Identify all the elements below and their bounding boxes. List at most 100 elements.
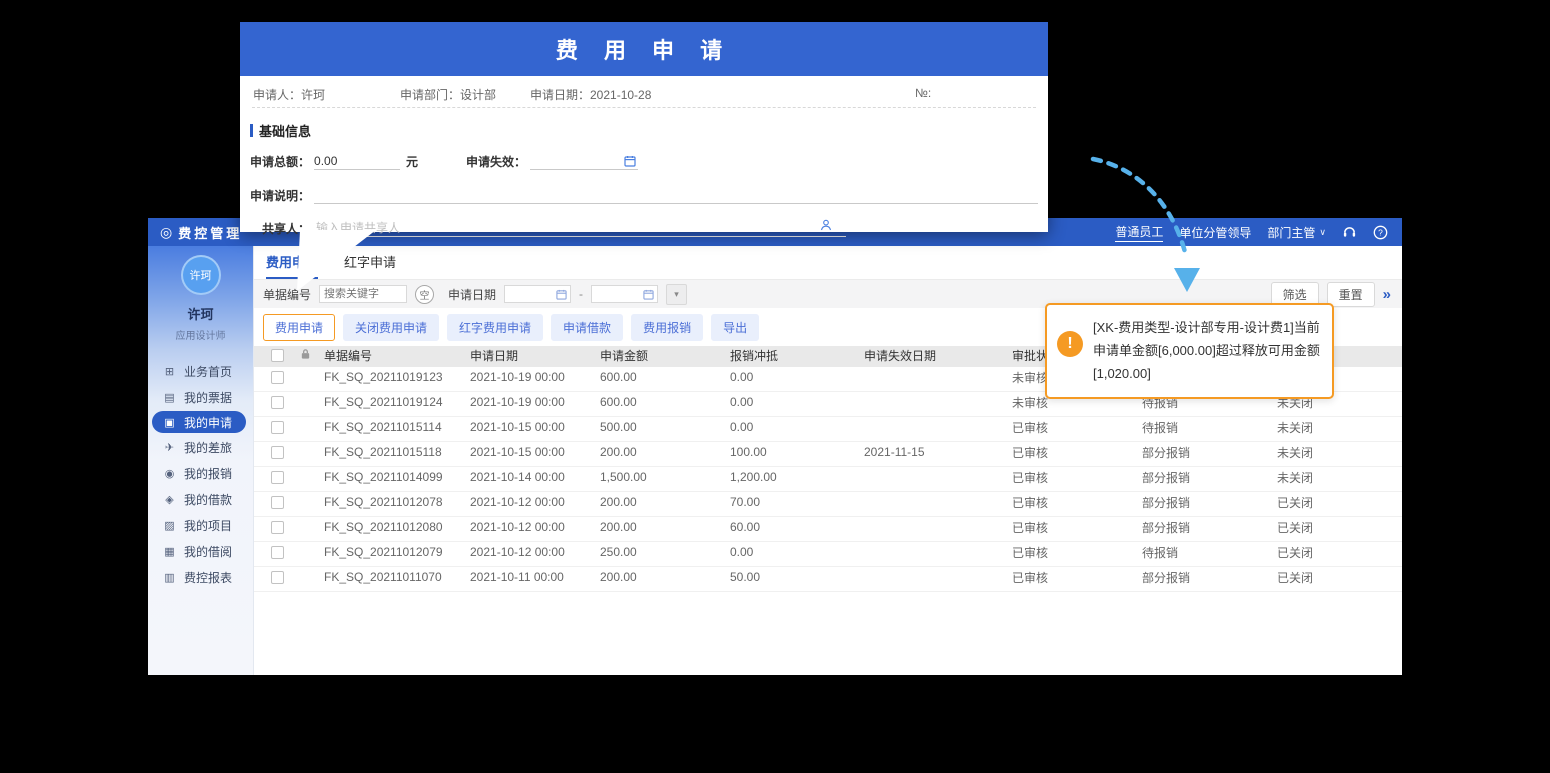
sidebar-item-label: 我的票据 bbox=[184, 389, 232, 406]
row-checkbox[interactable] bbox=[271, 421, 284, 434]
sidebar-item-label: 我的项目 bbox=[184, 517, 232, 534]
row-checkbox[interactable] bbox=[271, 446, 284, 459]
lock-icon bbox=[300, 348, 324, 363]
table-row[interactable]: FK_SQ_20211014099 2021-10-14 00:00 1,500… bbox=[254, 467, 1402, 492]
sidebar-item-my-applications[interactable]: ▣我的申请 bbox=[152, 411, 246, 433]
header-apply-date: 申请日期 bbox=[470, 347, 600, 364]
row-checkbox[interactable] bbox=[271, 371, 284, 384]
modal-pointer-tail bbox=[290, 230, 382, 294]
sidebar-item-my-projects[interactable]: ▨我的项目 bbox=[148, 512, 253, 538]
calendar-icon bbox=[643, 289, 654, 300]
form-row-description: 申请说明： bbox=[250, 186, 1048, 204]
cell-reimburse-status: 待报销 bbox=[1142, 419, 1277, 436]
role-link-dept-manager-label: 部门主管 bbox=[1267, 224, 1315, 241]
expense-reimburse-button[interactable]: 费用报销 bbox=[631, 314, 703, 341]
cell-offset: 1,200.00 bbox=[730, 470, 864, 484]
role-link-dept-manager[interactable]: 部门主管 ∨ bbox=[1267, 224, 1326, 241]
expense-apply-button[interactable]: 费用申请 bbox=[263, 314, 335, 341]
header-expire-date: 申请失效日期 bbox=[864, 347, 1012, 364]
cell-approve-status: 已审核 bbox=[1012, 494, 1142, 511]
warning-icon: ! bbox=[1057, 331, 1083, 357]
export-button[interactable]: 导出 bbox=[711, 314, 759, 341]
date-from-input[interactable] bbox=[504, 285, 571, 303]
cell-reimburse-status: 部分报销 bbox=[1142, 494, 1277, 511]
sidebar-item-label: 我的报销 bbox=[184, 465, 232, 482]
select-all-checkbox[interactable] bbox=[271, 349, 284, 362]
close-expense-apply-button[interactable]: 关闭费用申请 bbox=[343, 314, 439, 341]
cell-approve-status: 已审核 bbox=[1012, 469, 1142, 486]
row-checkbox[interactable] bbox=[271, 521, 284, 534]
cell-amount: 200.00 bbox=[600, 445, 730, 459]
sidebar-item-expense-reports[interactable]: ▥费控报表 bbox=[148, 564, 253, 590]
person-picker-icon[interactable] bbox=[820, 219, 832, 234]
cell-amount: 600.00 bbox=[600, 370, 730, 384]
role-link-employee[interactable]: 普通员工 bbox=[1115, 223, 1163, 242]
reset-button[interactable]: 重置 bbox=[1327, 282, 1375, 307]
department-info: 申请部门：设计部 bbox=[400, 86, 496, 103]
help-icon[interactable]: ? bbox=[1373, 225, 1388, 240]
row-checkbox[interactable] bbox=[271, 496, 284, 509]
cell-approve-status: 已审核 bbox=[1012, 419, 1142, 436]
cell-reimburse-status: 待报销 bbox=[1142, 544, 1277, 561]
date-dropdown-button[interactable]: ▾ bbox=[666, 284, 687, 305]
table-row[interactable]: FK_SQ_20211012078 2021-10-12 00:00 200.0… bbox=[254, 492, 1402, 517]
cell-offset: 0.00 bbox=[730, 420, 864, 434]
table-row[interactable]: FK_SQ_20211012080 2021-10-12 00:00 200.0… bbox=[254, 517, 1402, 542]
cell-doc-no: FK_SQ_20211012079 bbox=[324, 545, 470, 559]
cell-apply-date: 2021-10-11 00:00 bbox=[470, 570, 600, 584]
row-checkbox[interactable] bbox=[271, 396, 284, 409]
cell-offset: 0.00 bbox=[730, 545, 864, 559]
headset-icon[interactable] bbox=[1342, 225, 1357, 240]
page-background: ◎ 费控管理 普通员工 单位分管领导 部门主管 ∨ ? 许珂 许珂 bbox=[0, 0, 1550, 773]
red-expense-apply-button[interactable]: 红字费用申请 bbox=[447, 314, 543, 341]
table-row[interactable]: FK_SQ_20211012079 2021-10-12 00:00 250.0… bbox=[254, 542, 1402, 567]
sidebar-item-label: 我的借款 bbox=[184, 491, 232, 508]
cell-close-status: 未关闭 bbox=[1277, 444, 1402, 461]
cell-amount: 200.00 bbox=[600, 495, 730, 509]
apply-loan-button[interactable]: 申请借款 bbox=[551, 314, 623, 341]
report-icon: ▥ bbox=[163, 571, 176, 584]
calendar-icon bbox=[556, 289, 567, 300]
expense-application-modal: 费 用 申 请 申请人：许珂 申请部门：设计部 申请日期：2021-10-28 … bbox=[240, 22, 1048, 232]
cell-apply-date: 2021-10-12 00:00 bbox=[470, 545, 600, 559]
description-label: 申请说明： bbox=[250, 187, 310, 204]
table-row[interactable]: FK_SQ_20211015114 2021-10-15 00:00 500.0… bbox=[254, 417, 1402, 442]
sidebar-item-my-invoices[interactable]: ▤ 我的票据 bbox=[148, 384, 253, 410]
sidebar-item-my-loans[interactable]: ◈ 我的借款 bbox=[148, 486, 253, 512]
sidebar-item-my-travel[interactable]: ✈我的差旅 bbox=[148, 434, 253, 460]
role-link-unit-leader[interactable]: 单位分管领导 bbox=[1179, 224, 1251, 241]
expire-date-input[interactable] bbox=[530, 152, 638, 170]
expand-columns-button[interactable]: » bbox=[1383, 286, 1390, 303]
row-checkbox[interactable] bbox=[271, 546, 284, 559]
cell-reimburse-status: 部分报销 bbox=[1142, 444, 1277, 461]
table-row[interactable]: FK_SQ_20211015118 2021-10-15 00:00 200.0… bbox=[254, 442, 1402, 467]
invoice-icon: ▤ bbox=[163, 391, 176, 404]
sidebar-item-my-borrowed[interactable]: ▦我的借阅 bbox=[148, 538, 253, 564]
user-name: 许珂 bbox=[148, 304, 253, 323]
row-checkbox[interactable] bbox=[271, 471, 284, 484]
date-to-input[interactable] bbox=[591, 285, 658, 303]
cell-offset: 50.00 bbox=[730, 570, 864, 584]
sidebar-item-business-home[interactable]: ⊞业务首页 bbox=[148, 358, 253, 384]
sidebar-item-my-reimbursements[interactable]: ◉ 我的报销 bbox=[148, 460, 253, 486]
description-input[interactable] bbox=[314, 186, 1038, 204]
reimburse-icon: ◉ bbox=[163, 467, 176, 480]
total-amount-input[interactable]: 0.00 bbox=[314, 152, 400, 170]
table-row[interactable]: FK_SQ_20211011070 2021-10-11 00:00 200.0… bbox=[254, 567, 1402, 592]
cell-doc-no: FK_SQ_20211014099 bbox=[324, 470, 470, 484]
cell-doc-no: FK_SQ_20211012078 bbox=[324, 495, 470, 509]
modal-info-row: 申请人：许珂 申请部门：设计部 申请日期：2021-10-28 №: bbox=[252, 76, 1036, 108]
cell-offset: 70.00 bbox=[730, 495, 864, 509]
share-input[interactable] bbox=[314, 220, 846, 236]
avatar[interactable]: 许珂 bbox=[181, 255, 221, 295]
section-marker bbox=[250, 124, 253, 137]
empty-filter-button[interactable]: 空 bbox=[415, 285, 434, 304]
cell-apply-date: 2021-10-15 00:00 bbox=[470, 420, 600, 434]
sidebar-item-label: 我的借阅 bbox=[184, 543, 232, 560]
cell-amount: 1,500.00 bbox=[600, 470, 730, 484]
currency-unit-label: 元 bbox=[406, 153, 418, 170]
loan-icon: ◈ bbox=[163, 493, 176, 506]
cell-apply-date: 2021-10-19 00:00 bbox=[470, 395, 600, 409]
row-checkbox[interactable] bbox=[271, 571, 284, 584]
date-range-separator: - bbox=[579, 287, 583, 301]
